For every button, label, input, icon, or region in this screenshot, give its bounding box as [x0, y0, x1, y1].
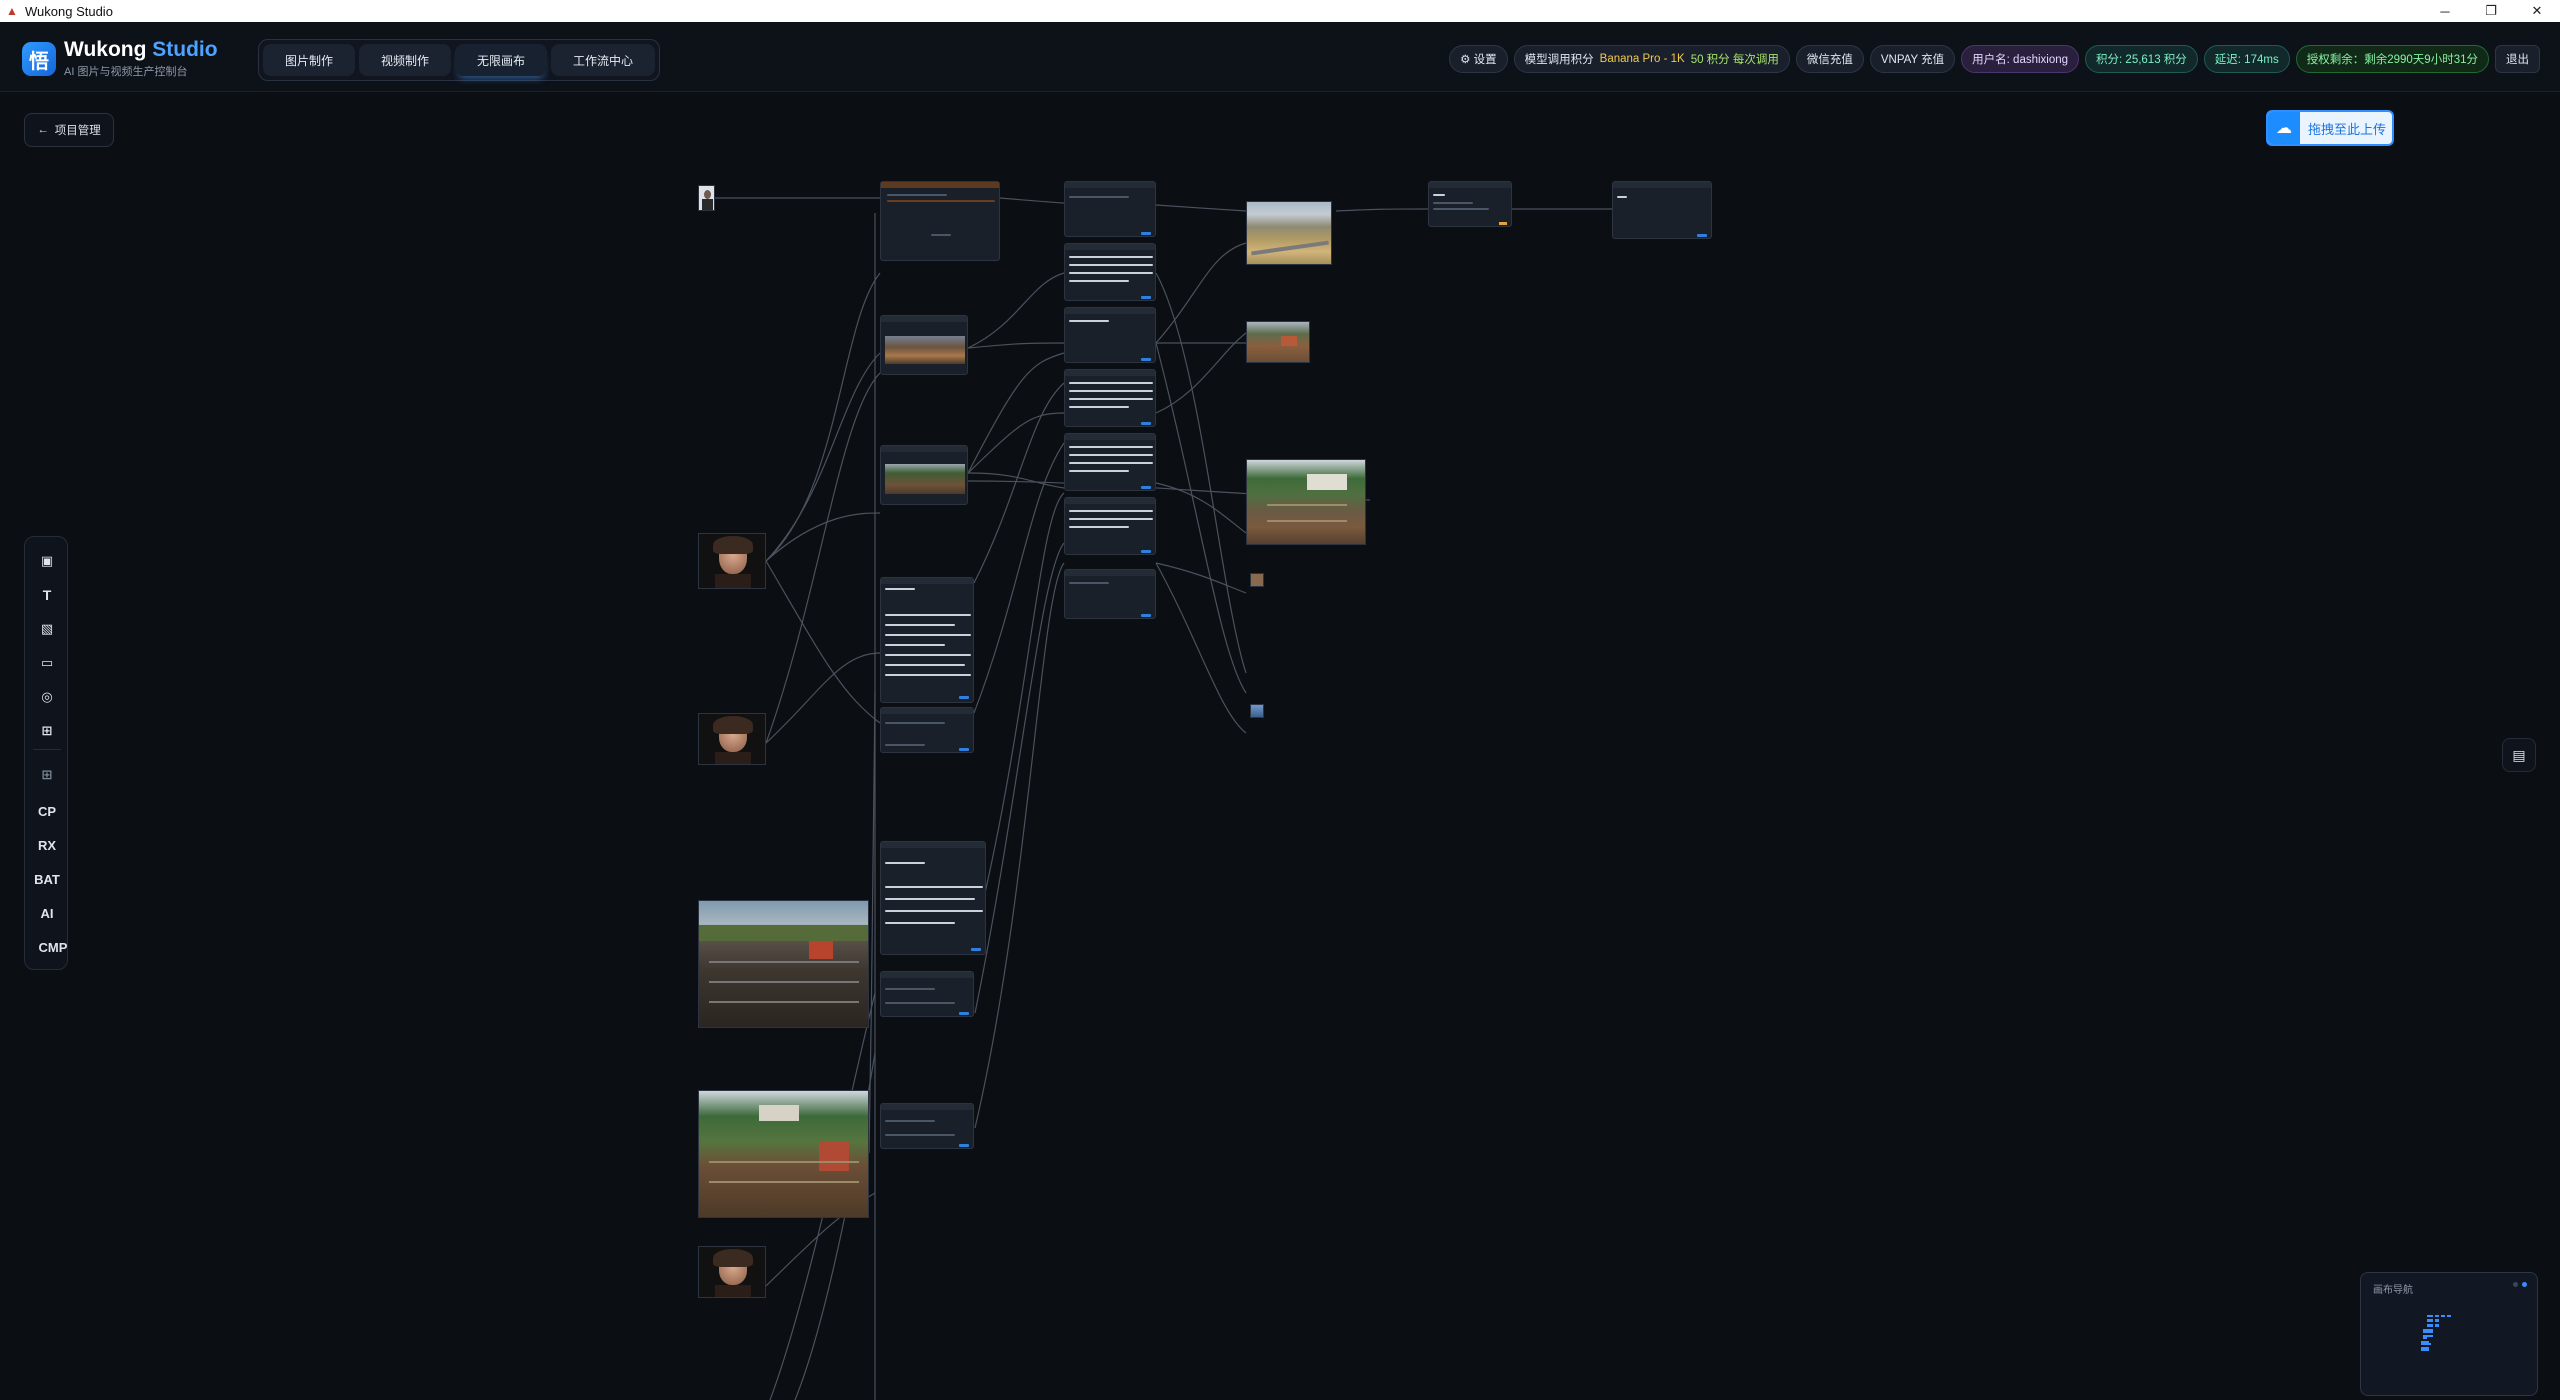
portrait-thumb-node[interactable]	[698, 185, 715, 211]
cmp-tool[interactable]: CMP	[31, 933, 75, 961]
upload-button-label: 拖拽至此上传	[2308, 121, 2387, 137]
app-header: 悟 Wukong Studio AI 图片与视频生产控制台 图片制作 视频制作 …	[0, 22, 2560, 92]
grid-alt-tool-icon[interactable]: ⊞	[25, 761, 69, 789]
logout-button[interactable]: 退出	[2495, 45, 2540, 73]
cloud-upload-icon: ☁	[2268, 112, 2300, 144]
prompt-node-4[interactable]	[1064, 369, 1156, 427]
construction-photo-node-1[interactable]	[698, 900, 869, 1028]
text-node-2[interactable]	[880, 707, 974, 753]
settings-button[interactable]: ⚙ 设置	[1449, 45, 1508, 73]
result-image-field[interactable]	[1246, 201, 1332, 265]
model-cost-badge[interactable]: 模型调用积分 Banana Pro - 1K 50 积分 每次调用	[1513, 45, 1790, 73]
restore-button[interactable]: ❐	[2468, 0, 2514, 22]
close-button[interactable]: ✕	[2514, 0, 2560, 22]
canvas-minimap[interactable]: 画布导航	[2360, 1272, 2538, 1396]
model-cost: 50 积分 每次调用	[1690, 54, 1779, 66]
text-node-1[interactable]	[880, 577, 974, 703]
portrait-node-3[interactable]	[698, 1246, 766, 1298]
cp-tool[interactable]: CP	[25, 797, 69, 825]
prompt-node-7[interactable]	[1064, 569, 1156, 619]
username-badge: 用户名: dashixiong	[1961, 45, 2080, 73]
text-node-3[interactable]	[880, 841, 986, 955]
minimize-button[interactable]: ─	[2422, 0, 2468, 22]
vnpay-topup-button[interactable]: VNPAY 充值	[1869, 45, 1956, 73]
brand-text: Wukong Studio AI 图片与视频生产控制台	[64, 39, 218, 79]
left-toolbar: ▣ T ▧ ▭ ◎ ⊞ ⊞ CP RX BAT AI CMP	[24, 536, 68, 970]
os-titlebar: ▲ Wukong Studio ─ ❐ ✕	[0, 0, 2560, 22]
window-controls: ─ ❐ ✕	[2422, 0, 2560, 22]
prompt-node-5[interactable]	[1064, 433, 1156, 491]
main-tabs: 图片制作 视频制作 无限画布 工作流中心	[258, 39, 661, 81]
minimap-title: 画布导航	[2373, 1285, 2413, 1296]
prompt-node-1[interactable]	[1064, 181, 1156, 237]
license-badge: 授权剩余：剩余2990天9小时31分	[2295, 45, 2489, 73]
result-image-construction-large[interactable]	[1246, 459, 1366, 545]
brand-logo: 悟	[22, 42, 56, 76]
tab-workflow-center[interactable]: 工作流中心	[551, 44, 656, 76]
style-tool-icon[interactable]: ◎	[25, 683, 69, 711]
output-node-1[interactable]	[1428, 181, 1512, 227]
text-node-5[interactable]	[880, 1103, 974, 1149]
portrait-node-2[interactable]	[698, 713, 766, 765]
toolbar-divider	[33, 749, 61, 750]
text-node-4[interactable]	[880, 971, 974, 1017]
grid-tool-icon[interactable]: ⊞	[25, 717, 69, 745]
drag-upload-button[interactable]: ☁ 拖拽至此上传	[2266, 110, 2394, 146]
tab-video-production[interactable]: 视频制作	[359, 44, 452, 76]
brand-title-accent: Studio	[152, 38, 218, 61]
back-to-projects-button[interactable]: ← 项目管理	[24, 113, 114, 147]
prompt-node-2[interactable]	[1064, 243, 1156, 301]
brand-title-main: Wukong	[64, 38, 147, 61]
workflow-node-1[interactable]	[880, 181, 1000, 261]
back-button-label: 项目管理	[54, 125, 101, 137]
latency-badge: 延迟: 174ms	[2203, 45, 2290, 73]
model-name: Banana Pro - 1K	[1599, 53, 1685, 65]
points-badge: 积分: 25,613 积分	[2085, 45, 2198, 73]
connection-wires	[715, 197, 1612, 1400]
app-icon: ▲	[6, 4, 18, 18]
back-arrow-icon: ←	[37, 124, 49, 136]
chat-icon[interactable]: ▤	[2502, 738, 2536, 772]
video-tool-icon[interactable]: ▭	[25, 649, 69, 677]
result-thumb-2[interactable]	[1250, 704, 1264, 718]
brand: 悟 Wukong Studio AI 图片与视频生产控制台	[22, 39, 218, 79]
infinite-canvas[interactable]	[0, 93, 2560, 1400]
text-tool[interactable]: T	[25, 581, 69, 609]
image-node-construction-b[interactable]	[880, 445, 968, 505]
brand-subtitle: AI 图片与视频生产控制台	[64, 66, 188, 78]
minimap-controls	[2513, 1282, 2527, 1287]
portrait-node-1[interactable]	[698, 533, 766, 589]
model-cost-prefix: 模型调用积分	[1524, 54, 1594, 66]
window-title: Wukong Studio	[25, 3, 113, 19]
image-gen-tool-icon[interactable]: ▣	[25, 547, 69, 575]
prompt-node-3[interactable]	[1064, 307, 1156, 363]
rx-tool[interactable]: RX	[25, 831, 69, 859]
wechat-topup-button[interactable]: 微信充值	[1795, 45, 1864, 73]
output-node-2[interactable]	[1612, 181, 1712, 239]
prompt-node-6[interactable]	[1064, 497, 1156, 555]
brand-title: Wukong Studio	[64, 39, 218, 61]
tab-infinite-canvas[interactable]: 无限画布	[455, 44, 548, 76]
header-status-bar: ⚙ 设置 模型调用积分 Banana Pro - 1K 50 积分 每次调用 微…	[1449, 44, 2540, 74]
bat-tool[interactable]: BAT	[25, 865, 69, 893]
image-edit-tool-icon[interactable]: ▧	[25, 615, 69, 643]
minimap-preview	[2421, 1315, 2451, 1351]
tab-image-production[interactable]: 图片制作	[263, 44, 356, 76]
result-thumb-1[interactable]	[1250, 573, 1264, 587]
result-image-construction-small[interactable]	[1246, 321, 1310, 363]
image-node-construction-a[interactable]	[880, 315, 968, 375]
construction-photo-node-2[interactable]	[698, 1090, 869, 1218]
ai-tool[interactable]: AI	[25, 899, 69, 927]
